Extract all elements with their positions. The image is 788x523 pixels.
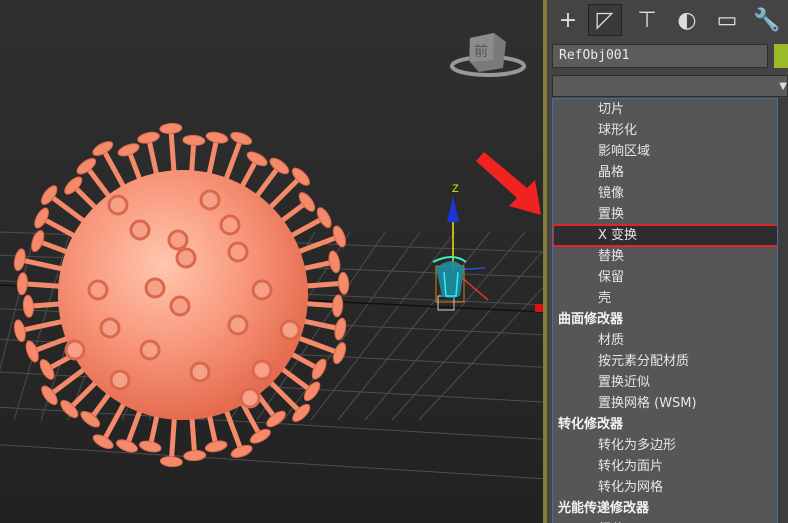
modifier-list-item[interactable]: 球形化	[553, 120, 777, 141]
modifier-item-label: 置换	[598, 207, 625, 222]
modifier-item-label: 置换近似	[598, 375, 651, 390]
modifier-item-label: 转化为网格	[598, 480, 664, 495]
modifier-list-item[interactable]: 晶格	[553, 162, 777, 183]
viewport-edge-marker	[535, 304, 543, 312]
modifier-list-item[interactable]: 保留	[553, 267, 777, 288]
command-panel: + ◸ ⊤ ◐ ▭ 🔧 RefObj001 ▼ 切片球形化影响区域晶格镜像置换 X 变换替换…	[547, 0, 788, 523]
modifier-item-label: X 变换	[598, 228, 638, 243]
modifier-item-label: 转化为多边形	[598, 438, 677, 453]
motion-icon: ◐	[677, 7, 697, 33]
annotation-arrow	[476, 152, 541, 215]
modifier-list-item[interactable]: 置换近似	[553, 372, 777, 393]
command-panel-tabs: + ◸ ⊤ ◐ ▭ 🔧	[547, 0, 788, 40]
modifier-list-item[interactable]: 按元素分配材质	[553, 351, 777, 372]
utilities-icon: 🔧	[753, 7, 781, 33]
modifier-list-dropdown[interactable]: ▼	[552, 75, 788, 97]
modifier-item-label: 置换网格 (WSM)	[598, 396, 697, 411]
modifier-item-label: 保留	[598, 270, 625, 285]
modifier-list-item[interactable]: 置换网格 (WSM)	[553, 393, 777, 414]
motion-tab-button[interactable]: ◐	[671, 5, 703, 35]
modifier-list-item[interactable]: X 变换	[553, 224, 777, 247]
3d-viewport[interactable]: Z 前	[0, 0, 543, 523]
modifier-list-item[interactable]: 切片	[553, 99, 777, 120]
viewport-scene: Z 前	[0, 33, 543, 480]
modifier-list-item[interactable]: 材质	[553, 330, 777, 351]
viewcube[interactable]: 前	[450, 33, 526, 77]
modifier-list-item[interactable]: 转化为网格	[553, 477, 777, 498]
object-name-field[interactable]: RefObj001	[552, 44, 768, 68]
modifier-item-label: 替换	[598, 249, 625, 264]
modifier-category[interactable]: 曲面修改器	[553, 309, 777, 330]
modifier-category[interactable]: 光能传递修改器	[553, 498, 777, 519]
modifier-item-label: 转化为面片	[598, 459, 664, 474]
display-icon: ▭	[716, 7, 738, 33]
modifier-list-item[interactable]: 壳	[553, 288, 777, 309]
modifier-list: 切片球形化影响区域晶格镜像置换 X 变换替换保留壳曲面修改器材质按元素分配材质 置换…	[552, 98, 778, 523]
modifier-list-item[interactable]: 转化为面片	[553, 456, 777, 477]
modifier-item-label: 影响区域	[598, 144, 651, 159]
modifier-item-label: 按元素分配材质	[598, 354, 690, 369]
modifier-list-item[interactable]: 细分	[553, 519, 777, 523]
modifier-list-item[interactable]: 影响区域	[553, 141, 777, 162]
modifier-list-scrollbar[interactable]	[778, 98, 788, 523]
viewcube-front-label: 前	[474, 43, 488, 60]
create-tab-button[interactable]: +	[552, 5, 584, 35]
modifier-list-item[interactable]: 镜像	[553, 183, 777, 204]
dropdown-arrow-icon: ▼	[779, 81, 787, 92]
modify-tab-button[interactable]: ◸	[588, 4, 622, 36]
modifier-list-item[interactable]: 转化为多边形	[553, 435, 777, 456]
modifier-list-item[interactable]: 置换	[553, 204, 777, 225]
modifier-item-label: 切片	[598, 102, 625, 117]
selected-object-gizmo: Z	[432, 183, 489, 311]
modifier-category[interactable]: 转化修改器	[553, 414, 777, 435]
utilities-tab-button[interactable]: 🔧	[751, 5, 783, 35]
modifier-item-label: 晶格	[598, 165, 625, 180]
modifier-category-label: 光能传递修改器	[558, 501, 650, 516]
modifier-item-label: 球形化	[598, 123, 638, 138]
create-icon: +	[558, 7, 578, 33]
modifier-item-label: 壳	[598, 291, 612, 306]
display-tab-button[interactable]: ▭	[711, 5, 743, 35]
hierarchy-tab-button[interactable]: ⊤	[631, 5, 663, 35]
modifier-category-label: 曲面修改器	[558, 312, 624, 327]
modify-icon: ◸	[596, 7, 614, 33]
gizmo-z-label: Z	[452, 183, 459, 195]
modifier-item-label: 镜像	[598, 186, 625, 201]
modifier-list-item[interactable]: 替换	[553, 246, 777, 267]
hierarchy-icon: ⊤	[637, 7, 657, 33]
modifier-item-label: 材质	[598, 333, 625, 348]
object-color-swatch[interactable]	[774, 44, 788, 68]
modifier-category-label: 转化修改器	[558, 417, 624, 432]
